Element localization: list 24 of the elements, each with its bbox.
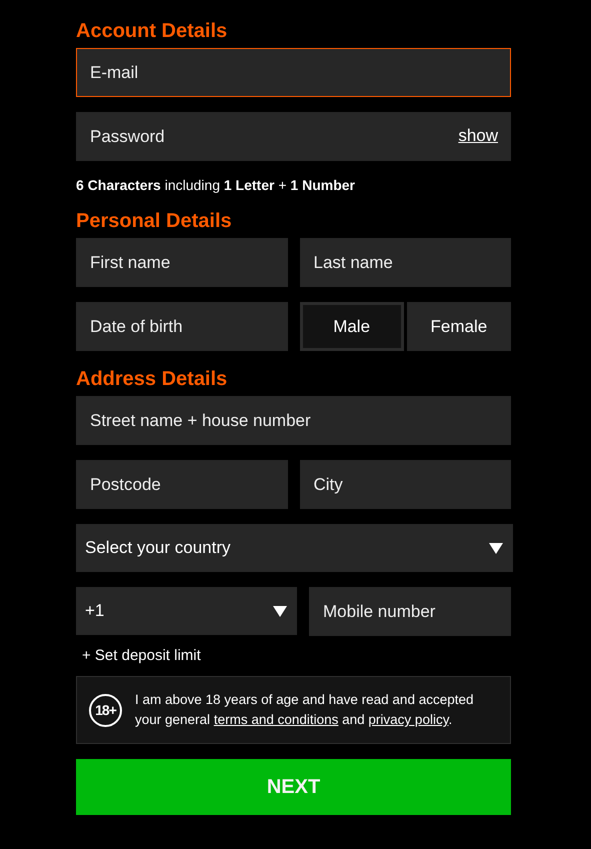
deposit-limit-link[interactable]: + Set deposit limit — [82, 646, 201, 666]
consent-text: I am above 18 years of age and have read and accepted your general terms and conditions and privacy policy. — [135, 691, 474, 729]
email-field[interactable]: E-mail — [76, 48, 511, 97]
gender-option[interactable]: Male — [300, 302, 404, 351]
privacy-link[interactable]: privacy policy — [368, 712, 448, 727]
city-field[interactable]: City — [300, 460, 511, 509]
caret-icon — [273, 606, 287, 616]
age-badge-icon: 18+ — [89, 694, 122, 726]
last-name-field[interactable]: Last name — [300, 238, 511, 287]
show-password-link[interactable]: show — [458, 126, 498, 146]
postcode-field[interactable]: Postcode — [76, 460, 288, 509]
password-hint: 6 Characters including 1 Letter + 1 Number — [76, 177, 356, 193]
country-code-select[interactable]: +1 — [76, 587, 297, 635]
caret-icon — [489, 542, 503, 554]
date-of-birth-field[interactable]: Date of birth — [76, 302, 288, 351]
gender-option[interactable]: Female — [406, 302, 511, 351]
first-name-field[interactable]: First name — [76, 238, 288, 287]
mobile-number-field[interactable]: Mobile number — [309, 587, 511, 636]
terms-link[interactable]: terms and conditions — [214, 712, 338, 727]
section-heading: Account Details — [76, 19, 228, 43]
section-heading: Address Details — [76, 367, 228, 391]
section-heading: Personal Details — [76, 209, 233, 233]
country-select[interactable]: Select your country — [76, 524, 513, 572]
street-field[interactable]: Street name + house number — [76, 396, 511, 445]
